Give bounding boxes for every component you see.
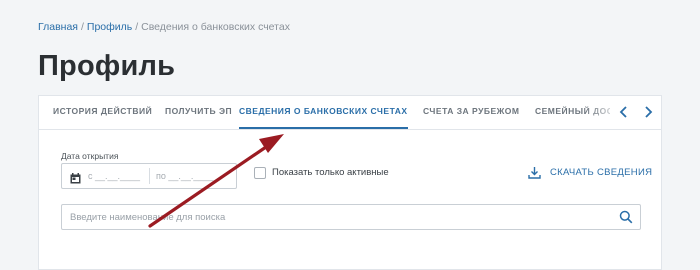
search-input[interactable] <box>62 205 618 229</box>
date-from-field[interactable]: с __.__.____ <box>88 171 140 181</box>
search-field <box>61 204 641 230</box>
breadcrumb-profile-link[interactable]: Профиль <box>87 21 132 33</box>
active-only-checkbox[interactable] <box>254 167 266 179</box>
tab-action-history[interactable]: ИСТОРИЯ ДЕЙСТВИЙ <box>53 96 152 129</box>
date-range-picker[interactable]: с __.__.____ по __.__.____ <box>61 163 237 189</box>
search-icon[interactable] <box>619 210 633 224</box>
calendar-icon[interactable] <box>70 171 81 184</box>
tab-bar: ИСТОРИЯ ДЕЙСТВИЙ ПОЛУЧИТЬ ЭП СВЕДЕНИЯ О … <box>39 96 661 130</box>
date-divider <box>149 168 150 184</box>
tab-get-signature[interactable]: ПОЛУЧИТЬ ЭП <box>165 96 232 129</box>
page-title: Профиль <box>38 50 176 82</box>
breadcrumb-home-link[interactable]: Главная <box>38 21 78 33</box>
profile-panel: ИСТОРИЯ ДЕЙСТВИЙ ПОЛУЧИТЬ ЭП СВЕДЕНИЯ О … <box>38 95 662 270</box>
breadcrumb-current: Сведения о банковских счетах <box>141 21 290 33</box>
date-to-field[interactable]: по __.__.____ <box>156 171 213 181</box>
breadcrumb-separator: / <box>135 21 139 33</box>
breadcrumb-separator: / <box>80 21 84 33</box>
download-label: СКАЧАТЬ СВЕДЕНИЯ <box>550 167 653 178</box>
tab-foreign-accounts[interactable]: СЧЕТА ЗА РУБЕЖОМ <box>423 96 519 129</box>
download-icon <box>528 167 541 179</box>
active-only-label[interactable]: Показать только активные <box>272 167 389 178</box>
tab-bank-accounts[interactable]: СВЕДЕНИЯ О БАНКОВСКИХ СЧЕТАХ <box>239 96 408 129</box>
chevron-left-icon[interactable] <box>616 104 632 120</box>
breadcrumb: Главная / Профиль / Сведения о банковских сч… <box>38 21 290 33</box>
chevron-right-icon[interactable] <box>640 104 656 120</box>
date-filter-label: Дата открытия <box>61 151 119 161</box>
